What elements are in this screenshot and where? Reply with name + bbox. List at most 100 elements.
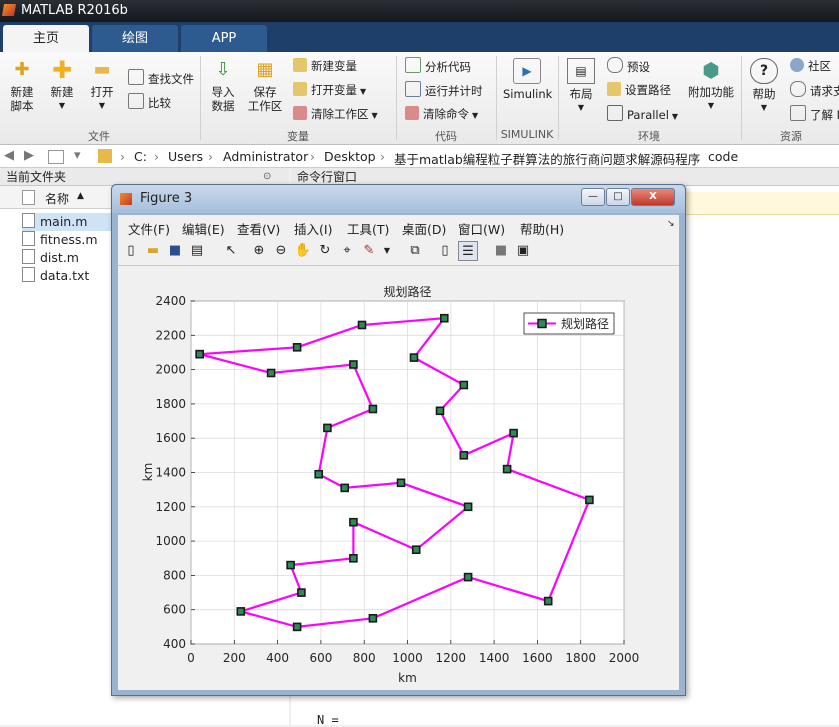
analyze-code-icon xyxy=(405,57,421,73)
data-cursor-icon[interactable]: ⌖ xyxy=(338,241,356,259)
breadcrumb-item[interactable]: Desktop xyxy=(324,149,376,164)
y-tick-label: 1000 xyxy=(155,534,186,548)
menu-help[interactable]: 帮助(H) xyxy=(520,219,564,238)
community-button[interactable]: 社区 xyxy=(790,57,831,75)
panel-menu-icon[interactable]: ⊙ xyxy=(263,171,271,182)
matlab-logo-icon xyxy=(1,4,17,16)
figure-window[interactable]: Figure 3 — □ X 文件(F) 编辑(E) 查看(V) 插入(I) 工… xyxy=(111,184,686,696)
x-tick-label: 1800 xyxy=(565,651,596,665)
add-ons-button[interactable]: ⬢ 附加功能 ▼ xyxy=(688,58,734,113)
figure-canvas[interactable]: 0 200 400 600 800 1000 1200 1400 1600 1800 2000 400… xyxy=(118,266,679,690)
folder-icon: ▬ xyxy=(93,59,111,80)
clear-commands-button[interactable]: 清除命令 ▼ xyxy=(405,105,478,123)
pointer-icon[interactable]: ↖ xyxy=(222,241,240,259)
menu-insert[interactable]: 插入(I) xyxy=(294,219,332,238)
import-data-button[interactable]: ⇩ 导入 数据 xyxy=(207,58,239,114)
request-support-button[interactable]: 请求支 xyxy=(790,81,839,99)
route-point-marker xyxy=(585,495,594,505)
menu-view[interactable]: 查看(V) xyxy=(237,219,280,238)
new-figure-icon[interactable]: ▯ xyxy=(122,241,140,259)
request-support-label: 请求支 xyxy=(810,84,839,98)
zoom-out-icon[interactable]: ⊖ xyxy=(272,241,290,259)
learn-matlab-button[interactable]: 了解 M xyxy=(790,105,839,123)
tab-home[interactable]: 主页 xyxy=(3,25,89,52)
route-point-marker xyxy=(340,483,349,493)
column-name[interactable]: 名称 xyxy=(45,190,69,207)
breadcrumb-item[interactable]: code xyxy=(708,149,738,164)
simulink-button[interactable]: ▶ Simulink xyxy=(503,58,552,101)
new-script-button[interactable]: ✚ 新建 脚本 xyxy=(6,58,38,114)
breadcrumb-separator: › xyxy=(694,149,699,164)
brush-icon[interactable]: ✎ xyxy=(360,241,378,259)
show-plot-tools-icon[interactable]: ▣ xyxy=(514,241,532,259)
print-icon[interactable]: ▤ xyxy=(188,241,206,259)
back-arrow-icon[interactable]: ◀ xyxy=(4,148,14,163)
address-bar[interactable]: ◀ ▶ ▾ › C: › Users › Administrator › Des… xyxy=(0,145,839,168)
analyze-code-button[interactable]: 分析代码 xyxy=(405,57,471,75)
figure-title-bar[interactable]: Figure 3 — □ X xyxy=(112,185,685,213)
route-point-marker xyxy=(236,607,246,616)
open-button[interactable]: ▬ 打开 ▼ xyxy=(86,58,118,113)
ribbon-separator xyxy=(741,56,742,140)
menu-file[interactable]: 文件(F) xyxy=(128,219,170,238)
legend-marker-sample xyxy=(537,318,547,329)
save-workspace-button[interactable]: ▦ 保存 工作区 xyxy=(246,58,284,114)
maximize-button[interactable]: □ xyxy=(606,188,630,206)
breadcrumb-item[interactable]: 基于matlab编程粒子群算法的旅行商问题求解源码程序 xyxy=(394,149,700,168)
y-tick-label: 1200 xyxy=(155,500,186,514)
compare-button[interactable]: 比较 xyxy=(128,93,171,111)
new-button[interactable]: ✚ 新建 ▼ xyxy=(46,58,78,113)
menu-window[interactable]: 窗口(W) xyxy=(458,219,505,238)
hide-plot-tools-icon[interactable]: ■ xyxy=(492,241,510,259)
file-item[interactable]: data.txt xyxy=(22,267,89,285)
pan-icon[interactable]: ✋ xyxy=(294,241,312,259)
menu-desktop[interactable]: 桌面(D) xyxy=(402,219,446,238)
clear-workspace-button[interactable]: 清除工作区 ▼ xyxy=(293,105,378,123)
breadcrumb-item[interactable]: Administrator xyxy=(223,149,308,164)
menu-edit[interactable]: 编辑(E) xyxy=(182,219,225,238)
clear-workspace-icon xyxy=(293,106,307,120)
rotate-icon[interactable]: ↻ xyxy=(316,241,334,259)
file-item[interactable]: dist.m xyxy=(22,249,79,267)
save-icon[interactable]: ■ xyxy=(166,241,184,259)
y-tick-label: 2000 xyxy=(155,363,186,377)
legend-icon[interactable]: ☰ xyxy=(458,241,478,261)
compare-label: 比较 xyxy=(148,96,171,110)
folder-up-icon[interactable] xyxy=(48,150,64,164)
app-title: MATLAB R2016b xyxy=(21,3,128,18)
link-plot-icon[interactable]: ⧉ xyxy=(406,241,424,259)
layout-button[interactable]: ▤ 布局 ▼ xyxy=(566,58,596,115)
chevron-down-icon: ▼ xyxy=(760,103,768,112)
legend[interactable]: 规划路径 xyxy=(523,312,615,335)
preferences-label: 预设 xyxy=(627,60,650,74)
parallel-button[interactable]: Parallel ▼ xyxy=(607,105,678,123)
breadcrumb-item[interactable]: Users xyxy=(168,149,203,164)
file-item[interactable]: fitness.m xyxy=(22,231,98,249)
colorbar-icon[interactable]: ▯ xyxy=(436,241,454,259)
dock-arrow-icon[interactable]: ↘ xyxy=(667,219,675,229)
chevron-down-icon[interactable]: ▼ xyxy=(378,241,396,259)
route-point-marker xyxy=(357,320,367,330)
breadcrumb-item[interactable]: C: xyxy=(134,149,147,164)
browse-icon[interactable]: ▾ xyxy=(74,148,81,163)
find-files-button[interactable]: 查找文件 xyxy=(128,69,194,87)
route-chart[interactable]: 0 200 400 600 800 1000 1200 1400 1600 1800 2000 400… xyxy=(118,266,679,690)
set-path-button[interactable]: 设置路径 xyxy=(607,81,671,99)
close-button[interactable]: X xyxy=(631,188,675,206)
group-label-environment: 环境 xyxy=(638,130,660,143)
tab-apps[interactable]: APP xyxy=(181,25,267,52)
zoom-in-icon[interactable]: ⊕ xyxy=(250,241,268,259)
tab-plots[interactable]: 绘图 xyxy=(92,25,178,52)
preferences-button[interactable]: 预设 xyxy=(607,57,650,75)
open-variable-button[interactable]: 打开变量 ▼ xyxy=(293,81,366,99)
new-variable-button[interactable]: 新建变量 xyxy=(293,57,357,75)
new-script-label: 新建 脚本 xyxy=(10,85,34,113)
help-button[interactable]: ? 帮助 ▼ xyxy=(749,58,779,115)
run-and-time-button[interactable]: 运行并计时 xyxy=(405,81,483,99)
ribbon-tab-row: 主页 绘图 APP xyxy=(0,22,839,52)
x-tick-label: 0 xyxy=(187,651,195,665)
open-file-icon[interactable]: ▬ xyxy=(144,241,162,259)
menu-tools[interactable]: 工具(T) xyxy=(347,219,389,238)
forward-arrow-icon[interactable]: ▶ xyxy=(24,148,34,163)
minimize-button[interactable]: — xyxy=(581,188,605,206)
